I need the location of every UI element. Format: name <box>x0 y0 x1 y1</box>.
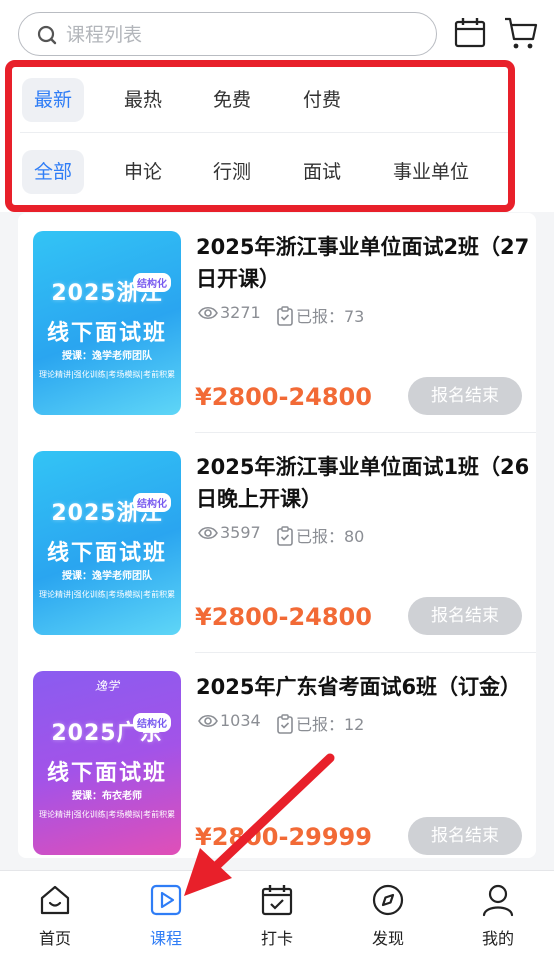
eye-icon <box>198 526 218 540</box>
clipboard-icon <box>277 714 293 734</box>
filter-sort-free[interactable]: 免费 <box>201 78 263 122</box>
filter-sort-hottest[interactable]: 最热 <box>112 78 174 122</box>
course-enrolled: 已报：80 <box>276 523 364 547</box>
enroll-status-button[interactable]: 报名结束 <box>408 597 522 635</box>
filter-category-public-institution[interactable]: 事业单位 <box>381 150 481 194</box>
course-title: 2025年浙江事业单位面试1班（26日晚上开课） <box>196 455 530 511</box>
eye-icon <box>198 714 218 728</box>
filter-category-essay[interactable]: 申论 <box>112 150 174 194</box>
thumb-tag: 结构化 <box>133 493 171 512</box>
filter-divider <box>20 132 510 133</box>
nav-me-label: 我的 <box>481 929 514 948</box>
search-icon <box>37 25 57 45</box>
course-views-count: 3271 <box>220 303 261 322</box>
play-icon <box>150 884 182 916</box>
thumb-teacher: 授课：逸学老师团队 <box>62 571 152 582</box>
thumb-logo: 逸学 <box>94 679 119 693</box>
search-input[interactable]: 课程列表 <box>18 12 437 56</box>
filter-category-all[interactable]: 全部 <box>22 150 85 194</box>
sort-filter-row: 最新 最热 免费 付费 <box>20 78 510 122</box>
thumb-teacher: 授课：逸学老师团队 <box>62 351 152 362</box>
thumb-strip: 理论精讲|强化训练|考场模拟|考前积累 <box>39 370 175 379</box>
filter-sort-paid[interactable]: 付费 <box>291 78 353 122</box>
course-enrolled: 已报：12 <box>276 711 364 735</box>
thumb-tag: 结构化 <box>133 713 171 732</box>
clipboard-icon <box>277 306 293 326</box>
cart-icon[interactable] <box>503 15 539 51</box>
nav-home[interactable]: 首页 <box>5 871 105 956</box>
course-views: 3597 <box>198 523 261 542</box>
top-bar: 课程列表 <box>0 0 554 70</box>
calendar-check-icon <box>261 885 293 916</box>
course-title: 2025年浙江事业单位面试2班（27日开课） <box>196 235 530 291</box>
eye-icon <box>198 306 218 320</box>
course-views: 3271 <box>198 303 261 322</box>
clipboard-icon <box>277 526 293 546</box>
thumb-headline: 线下面试班 <box>46 321 167 346</box>
bottom-nav: 首页 课程 打卡 发现 我的 <box>0 870 554 956</box>
filter-category-interview[interactable]: 面试 <box>291 150 353 194</box>
nav-discover-label: 发现 <box>371 929 404 948</box>
course-card[interactable]: 2025浙江 结构化 线下面试班 授课：逸学老师团队 理论精讲|强化训练|考场模… <box>18 433 536 653</box>
thumb-strip: 理论精讲|强化训练|考场模拟|考前积累 <box>39 810 175 819</box>
course-card[interactable]: 2025浙江 结构化 线下面试班 授课：逸学老师团队 理论精讲|强化训练|考场模… <box>18 213 536 433</box>
search-placeholder: 课程列表 <box>66 24 143 46</box>
course-thumbnail: 逸学 2025广东 结构化 线下面试班 授课：布衣老师 理论精讲|强化训练|考场… <box>33 671 181 855</box>
filter-sort-newest[interactable]: 最新 <box>22 78 85 122</box>
course-price: ¥2800-24800 <box>195 383 372 411</box>
calendar-icon[interactable] <box>453 16 487 50</box>
course-views-count: 3597 <box>220 523 261 542</box>
nav-me[interactable]: 我的 <box>448 871 548 956</box>
thumb-strip: 理论精讲|强化训练|考场模拟|考前积累 <box>39 590 175 599</box>
enroll-status-button[interactable]: 报名结束 <box>408 817 522 855</box>
course-title: 2025年广东省考面试6班（订金） <box>196 675 522 699</box>
course-enrolled-text: 已报：12 <box>296 715 365 734</box>
thumb-tag: 结构化 <box>133 273 171 292</box>
nav-checkin[interactable]: 打卡 <box>227 871 327 956</box>
course-list: 2025浙江 结构化 线下面试班 授课：逸学老师团队 理论精讲|强化训练|考场模… <box>18 213 536 858</box>
nav-courses[interactable]: 课程 <box>116 871 216 956</box>
thumb-headline: 线下面试班 <box>46 541 167 566</box>
course-thumbnail: 2025浙江 结构化 线下面试班 授课：逸学老师团队 理论精讲|强化训练|考场模… <box>33 231 181 415</box>
enroll-status-button[interactable]: 报名结束 <box>408 377 522 415</box>
course-enrolled-text: 已报：73 <box>296 307 365 326</box>
course-enrolled-text: 已报：80 <box>296 527 365 546</box>
filter-panel: 最新 最热 免费 付费 全部 申论 行测 面试 事业单位 <box>0 62 554 212</box>
nav-checkin-label: 打卡 <box>260 929 293 948</box>
course-card[interactable]: 逸学 2025广东 结构化 线下面试班 授课：布衣老师 理论精讲|强化训练|考场… <box>18 653 536 858</box>
course-thumbnail: 2025浙江 结构化 线下面试班 授课：逸学老师团队 理论精讲|强化训练|考场模… <box>33 451 181 635</box>
thumb-teacher: 授课：布衣老师 <box>72 791 142 802</box>
home-icon <box>40 885 70 915</box>
nav-home-label: 首页 <box>38 929 71 948</box>
filter-category-aptitude[interactable]: 行测 <box>201 150 263 194</box>
thumb-headline: 线下面试班 <box>46 761 167 786</box>
course-price: ¥2800-29999 <box>195 823 372 851</box>
course-views: 1034 <box>198 711 261 730</box>
course-price: ¥2800-24800 <box>195 603 372 631</box>
nav-courses-label: 课程 <box>149 929 182 948</box>
compass-icon <box>372 884 404 916</box>
nav-discover[interactable]: 发现 <box>338 871 438 956</box>
user-icon <box>482 884 514 917</box>
category-filter-row: 全部 申论 行测 面试 事业单位 <box>20 150 510 194</box>
course-views-count: 1034 <box>220 711 261 730</box>
course-enrolled: 已报：73 <box>276 303 364 327</box>
